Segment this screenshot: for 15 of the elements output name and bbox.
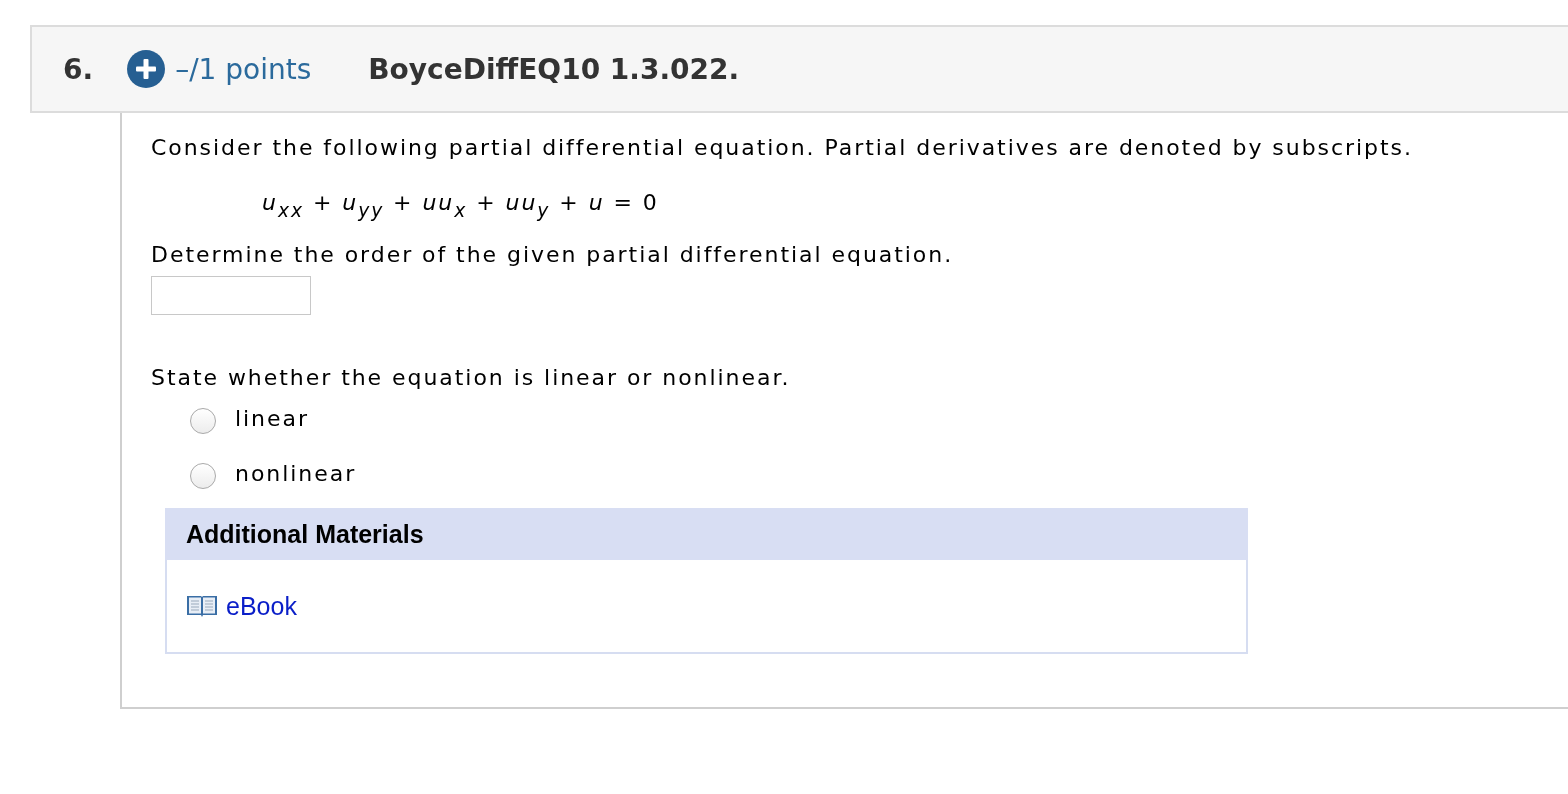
additional-materials-header: Additional Materials [165, 508, 1248, 560]
question-prompt: Determine the order of the given partial differential equation. [151, 241, 954, 269]
plus-circle-icon[interactable] [127, 50, 166, 88]
option-label[interactable]: nonlinear [235, 459, 357, 489]
question-title: BoyceDiffEQ10 1.3.022. [368, 52, 740, 86]
question-prompt: State whether the equation is linear or nonlinear. [151, 364, 791, 392]
points-label: –/1 points [175, 52, 312, 86]
answer-field[interactable] [151, 276, 311, 315]
option-label[interactable]: linear [235, 404, 309, 434]
ebook-link[interactable]: eBook [186, 591, 297, 621]
intro-text: Consider the following partial differential equation. Partial derivatives are denoted by subscripts. [151, 134, 1413, 162]
radio-button[interactable] [190, 408, 216, 434]
radio-button[interactable] [190, 463, 216, 489]
open-book-icon [186, 593, 218, 619]
question-number: 6. [63, 52, 94, 86]
